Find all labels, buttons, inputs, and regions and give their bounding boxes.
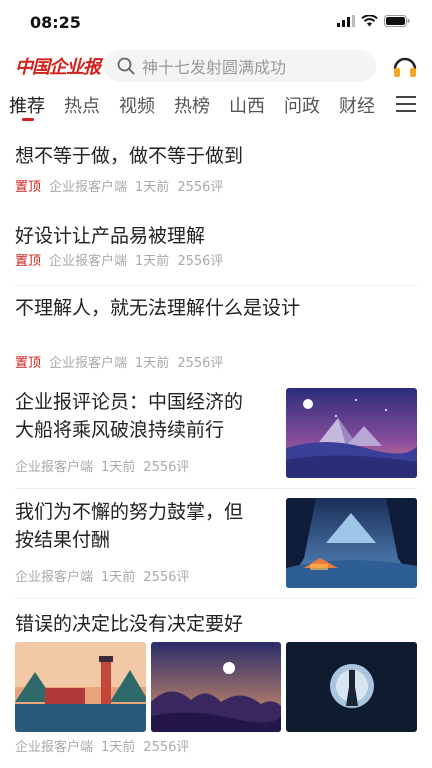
app-header: 中国企业报 神十七发射圆满成功 <box>0 48 432 84</box>
news-time: 1天前 <box>135 254 170 269</box>
divider <box>15 285 417 286</box>
battery-icon <box>384 15 410 27</box>
tab-video[interactable]: 视频 <box>119 92 155 118</box>
news-item[interactable]: 我们为不懈的努力鼓掌，但 按结果付酬 企业报客户端 1天前 2556评 <box>0 498 432 598</box>
news-time: 1天前 <box>135 356 170 371</box>
news-comments: 2556评 <box>177 356 224 371</box>
tab-finance[interactable]: 财经 <box>339 92 375 118</box>
pinned-badge: 置顶 <box>15 254 42 269</box>
news-time: 1天前 <box>101 740 136 755</box>
news-title-line-1[interactable]: 我们为不懈的努力鼓掌，但 <box>15 498 243 526</box>
headphone-icon[interactable] <box>392 54 418 80</box>
news-comments: 2556评 <box>143 740 190 755</box>
news-source: 企业报客户端 <box>15 460 94 475</box>
news-item[interactable]: 好设计让产品易被理解 置顶 企业报客户端 1天前 2556评 <box>0 218 432 290</box>
news-meta: 企业报客户端 1天前 2556评 <box>15 566 189 585</box>
status-bar: 08:25 <box>0 0 432 44</box>
news-comments: 2556评 <box>177 254 224 269</box>
search-placeholder: 神十七发射圆满成功 <box>142 58 287 77</box>
news-item[interactable]: 错误的决定比没有决定要好 企业报客户端 1天前 2556评 <box>0 610 432 760</box>
signal-icon <box>337 15 355 27</box>
news-thumbnail-moon-bridge[interactable] <box>151 642 281 732</box>
wifi-icon <box>361 15 378 27</box>
news-source: 企业报客户端 <box>49 254 128 269</box>
tab-hot[interactable]: 热点 <box>64 92 100 118</box>
news-comments: 2556评 <box>143 460 190 475</box>
news-item[interactable]: 不理解人，就无法理解什么是设计 置顶 企业报客户端 1天前 2556评 <box>0 290 432 372</box>
tab-recommend[interactable]: 推荐 <box>9 92 45 118</box>
news-title-line-1[interactable]: 企业报评论员：中国经济的 <box>15 388 243 416</box>
status-icons <box>337 15 410 27</box>
pinned-badge: 置顶 <box>15 356 42 371</box>
news-comments: 2556评 <box>177 180 224 195</box>
news-time: 1天前 <box>135 180 170 195</box>
news-title-line-2[interactable]: 大船将乘风破浪持续前行 <box>15 416 224 444</box>
search-icon <box>116 56 136 76</box>
news-title[interactable]: 不理解人，就无法理解什么是设计 <box>15 294 300 322</box>
news-title[interactable]: 错误的决定比没有决定要好 <box>15 610 243 638</box>
tab-hot-list[interactable]: 热榜 <box>174 92 210 118</box>
news-item[interactable]: 企业报评论员：中国经济的 大船将乘风破浪持续前行 企业报客户端 1天前 2556… <box>0 388 432 488</box>
news-source: 企业报客户端 <box>49 356 128 371</box>
news-thumbnail-pyramids[interactable] <box>286 388 417 478</box>
news-title[interactable]: 想不等于做，做不等于做到 <box>15 142 243 170</box>
divider <box>15 598 417 599</box>
news-meta: 置顶 企业报客户端 1天前 2556评 <box>15 352 223 371</box>
news-thumbnail-moon-tower[interactable] <box>286 642 417 732</box>
news-meta: 置顶 企业报客户端 1天前 2556评 <box>15 176 223 195</box>
pinned-badge: 置顶 <box>15 180 42 195</box>
news-time: 1天前 <box>101 570 136 585</box>
app-logo[interactable]: 中国企业报 <box>15 53 101 79</box>
tab-shanxi[interactable]: 山西 <box>229 92 265 118</box>
tab-politics[interactable]: 问政 <box>284 92 320 118</box>
news-comments: 2556评 <box>143 570 190 585</box>
news-source: 企业报客户端 <box>15 740 94 755</box>
news-thumbnail-lighthouse[interactable] <box>15 642 146 732</box>
news-meta: 企业报客户端 1天前 2556评 <box>15 456 189 475</box>
news-meta: 企业报客户端 1天前 2556评 <box>15 736 189 755</box>
news-thumbnail-tent[interactable] <box>286 498 417 588</box>
news-title[interactable]: 好设计让产品易被理解 <box>15 222 205 250</box>
news-source: 企业报客户端 <box>15 570 94 585</box>
status-time: 08:25 <box>30 13 81 32</box>
tab-indicator <box>22 118 34 121</box>
news-source: 企业报客户端 <box>49 180 128 195</box>
news-time: 1天前 <box>101 460 136 475</box>
search-input[interactable]: 神十七发射圆满成功 <box>104 50 376 82</box>
news-item[interactable]: 想不等于做，做不等于做到 置顶 企业报客户端 1天前 2556评 <box>0 138 432 218</box>
news-meta: 置顶 企业报客户端 1天前 2556评 <box>15 250 223 269</box>
news-title-line-2[interactable]: 按结果付酬 <box>15 526 110 554</box>
channel-tabs: 推荐 热点 视频 热榜 山西 问政 财经 <box>0 88 432 122</box>
divider <box>15 488 417 489</box>
menu-icon[interactable] <box>396 96 416 112</box>
